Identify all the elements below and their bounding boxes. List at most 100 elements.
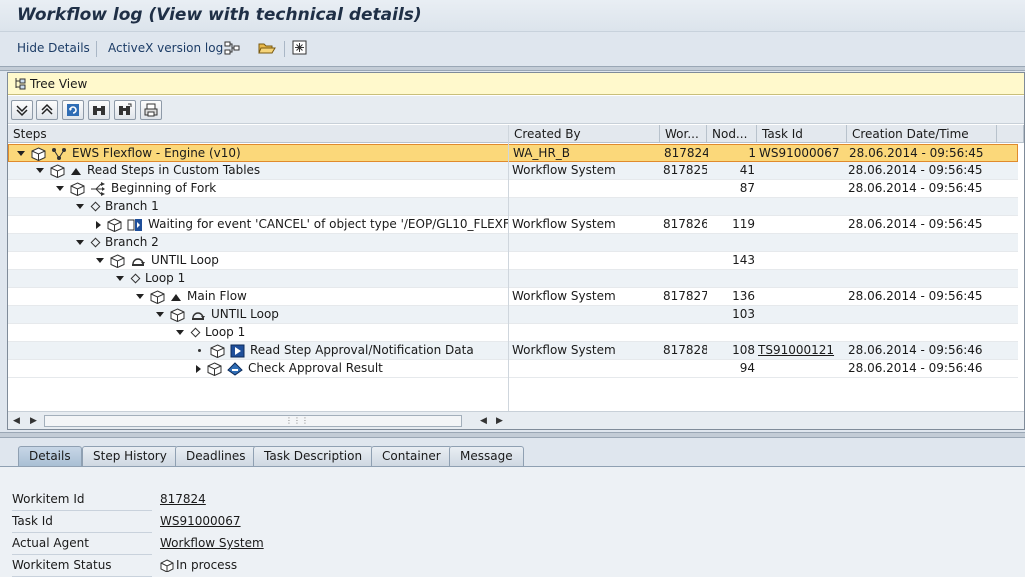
step-cell[interactable]: Read Step Approval/Notification Data (8, 342, 508, 360)
tab-container[interactable]: Container (371, 446, 452, 466)
collapse-node-icon[interactable] (136, 294, 144, 299)
step-cell[interactable]: Check Approval Result (8, 360, 508, 378)
task-id-cell[interactable]: TS91000121 (758, 342, 843, 360)
workitem-cell: 817826 (663, 217, 707, 231)
creation-date-cell (848, 234, 998, 252)
workitem-id-value[interactable]: 817824 (160, 492, 206, 506)
table-row[interactable]: Branch 2 (8, 234, 1018, 252)
created-by-cell: Workflow System (512, 163, 616, 177)
step-cell[interactable]: Read Steps in Custom Tables (8, 162, 508, 180)
step-cell[interactable]: UNTIL Loop (8, 252, 508, 270)
branch-icon (90, 237, 101, 248)
condition-icon (227, 361, 248, 376)
tab-deadlines[interactable]: Deadlines (175, 446, 257, 466)
table-row[interactable]: Beginning of Fork 87 28.06.2014 - 09:56:45 (8, 180, 1018, 198)
collapse-node-icon[interactable] (96, 258, 104, 263)
collapse-node-icon[interactable] (17, 151, 25, 156)
hide-details-button[interactable]: Hide Details (17, 41, 90, 55)
tab-task-description[interactable]: Task Description (253, 446, 374, 466)
step-cell[interactable]: Loop 1 (8, 324, 508, 342)
expand-all-icon[interactable] (11, 100, 33, 120)
loop-icon (130, 253, 151, 267)
task-id-cell (758, 216, 843, 234)
created-by-cell: Workflow System (512, 217, 616, 231)
task-id-cell (758, 324, 843, 342)
step-label: Main Flow (187, 289, 247, 303)
workitem-cube-icon (150, 289, 170, 304)
table-row[interactable]: Loop 1 (8, 324, 1018, 342)
find-icon[interactable] (88, 100, 110, 120)
collapse-node-icon[interactable] (56, 186, 64, 191)
step-cell[interactable]: Loop 1 (8, 270, 508, 288)
step-cell[interactable]: Main Flow (8, 288, 508, 306)
activex-log-button[interactable]: ActiveX version log (108, 41, 223, 55)
horizontal-scrollbar[interactable]: ◀ ▶ ⋮⋮⋮ ◀ ▶ (8, 411, 1024, 429)
details-panel: Workitem Id 817824 Task Id WS91000067 Ac… (0, 467, 1025, 577)
collapse-node-icon[interactable] (76, 240, 84, 245)
creation-date-cell: 28.06.2014 - 09:56:45 (848, 181, 983, 195)
collapse-node-icon[interactable] (36, 168, 44, 173)
created-by-cell (512, 306, 659, 324)
step-cell[interactable]: UNTIL Loop (8, 306, 508, 324)
table-row[interactable]: Loop 1 (8, 270, 1018, 288)
scrollbar-thumb[interactable]: ⋮⋮⋮ (44, 415, 462, 427)
activity-icon (230, 343, 250, 357)
refresh-icon[interactable] (62, 100, 84, 120)
expand-node-icon[interactable] (196, 364, 201, 373)
step-label: Beginning of Fork (111, 181, 217, 195)
scroll-right-icon[interactable]: ▶ (30, 416, 37, 426)
fork-icon (90, 181, 111, 196)
table-row[interactable]: Waiting for event 'CANCEL' of object typ… (8, 216, 1018, 234)
scroll-right-icon[interactable]: ▶ (496, 416, 503, 426)
table-row[interactable]: UNTIL Loop 143 (8, 252, 1018, 270)
column-header-workitem[interactable]: Wor... (660, 125, 707, 143)
step-label: Loop 1 (205, 325, 246, 339)
collapse-node-icon[interactable] (176, 330, 184, 335)
column-header-creation-date[interactable]: Creation Date/Time (847, 125, 997, 143)
top-splitter[interactable] (0, 66, 1025, 71)
step-cell[interactable]: Waiting for event 'CANCEL' of object typ… (8, 216, 508, 234)
actual-agent-value[interactable]: Workflow System (160, 536, 264, 550)
structure-icon[interactable] (224, 40, 240, 56)
tree-view-header: Tree View (8, 73, 1024, 95)
settings-icon[interactable] (292, 40, 308, 56)
tab-step-history[interactable]: Step History (82, 446, 178, 466)
scroll-left-icon[interactable]: ◀ (13, 416, 20, 426)
middle-splitter[interactable] (0, 432, 1025, 438)
created-by-cell (512, 234, 659, 252)
table-row[interactable]: Read Steps in Custom Tables Workflow Syst… (8, 162, 1018, 180)
expand-node-icon[interactable] (96, 220, 101, 229)
column-header-task-id[interactable]: Task Id (757, 125, 847, 143)
collapse-node-icon[interactable] (116, 276, 124, 281)
table-row[interactable]: EWS Flexflow - Engine (v10) WA_HR_B 817824… (8, 144, 1018, 162)
workitem-cell: 817825 (663, 163, 707, 177)
tab-message[interactable]: Message (449, 446, 524, 466)
task-id-cell (758, 162, 843, 180)
task-id-value[interactable]: WS91000067 (160, 514, 241, 528)
scroll-left-icon[interactable]: ◀ (480, 416, 487, 426)
column-header-created-by[interactable]: Created By (509, 125, 660, 143)
tree-view-panel: Tree View Steps Created By Wor... Nod...… (7, 72, 1025, 430)
folder-open-icon[interactable] (258, 40, 276, 56)
collapse-node-icon[interactable] (156, 312, 164, 317)
step-label: Waiting for event 'CANCEL' of object typ… (148, 217, 508, 231)
step-cell[interactable]: Beginning of Fork (8, 180, 508, 198)
step-cell[interactable]: Branch 1 (8, 198, 508, 216)
created-by-cell: Workflow System (512, 343, 616, 357)
title-bar: Workflow log (View with technical detail… (0, 0, 1025, 32)
tab-details[interactable]: Details (18, 446, 82, 466)
column-header-steps[interactable]: Steps (8, 125, 509, 143)
table-row[interactable]: Main Flow Workflow System 817827 136 28.06.2… (8, 288, 1018, 306)
table-row[interactable]: Read Step Approval/Notification Data Work… (8, 342, 1018, 360)
column-header-node[interactable]: Nod... (707, 125, 757, 143)
collapse-node-icon[interactable] (76, 204, 84, 209)
table-row[interactable]: UNTIL Loop 103 (8, 306, 1018, 324)
table-row[interactable]: Check Approval Result 94 28.06.2014 - 09:5… (8, 360, 1018, 378)
step-cell[interactable]: EWS Flexflow - Engine (v10) (9, 145, 509, 163)
print-icon[interactable] (140, 100, 162, 120)
table-row[interactable]: Branch 1 (8, 198, 1018, 216)
node-cell (709, 234, 755, 252)
step-cell[interactable]: Branch 2 (8, 234, 508, 252)
find-next-icon[interactable] (114, 100, 136, 120)
collapse-all-icon[interactable] (36, 100, 58, 120)
